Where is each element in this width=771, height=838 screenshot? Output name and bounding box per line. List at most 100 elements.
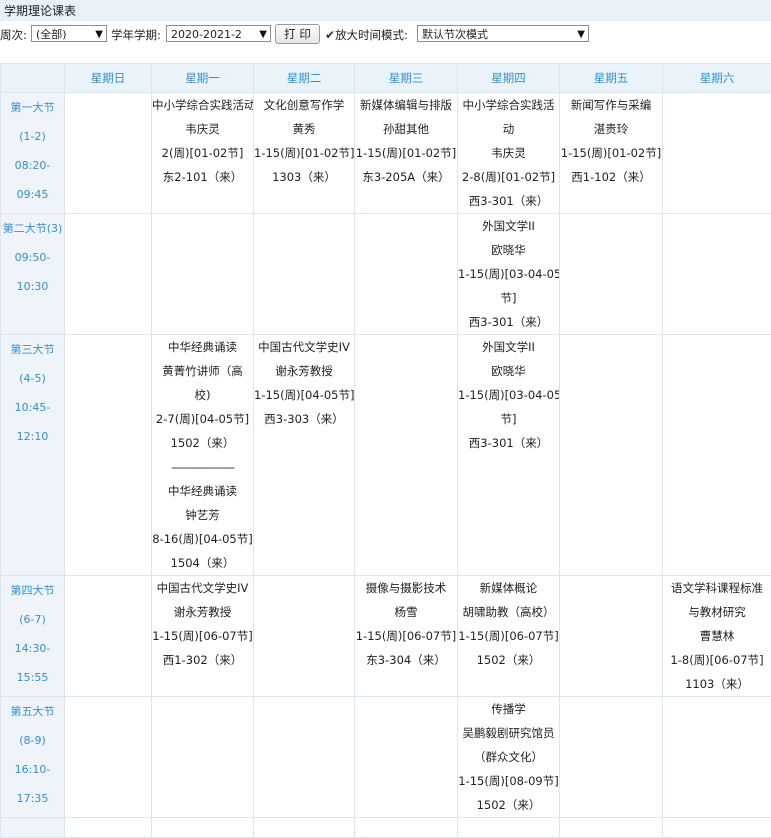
- course-cell[interactable]: 外国文学II欧晓华1-15(周)[03-04-05节]西3-301（来）: [458, 335, 560, 576]
- course-text: 节]: [501, 291, 517, 305]
- course-text: 吴鹏毅剧研究馆员: [463, 726, 555, 740]
- print-button[interactable]: 打 印: [275, 24, 320, 44]
- course-line: 西3-301（来）: [458, 431, 559, 455]
- period-label-line: 第四大节: [1, 576, 64, 605]
- course-cell[interactable]: 中国古代文学史IV谢永芳教授1-15(周)[04-05节]西3-303（来）: [254, 335, 355, 576]
- course-text: 2-8(周)[01-02节]: [462, 170, 555, 184]
- course-cell[interactable]: 中华经典诵读黄菁竹讲师（高校)2-7(周)[04-05节]1502（来）----…: [152, 335, 254, 576]
- zoom-mode-toggle[interactable]: ✔放大时间模式:: [325, 27, 408, 43]
- course-text: 动: [503, 122, 515, 136]
- course-text: 8-16(周)[04-05节]: [152, 532, 252, 546]
- week-select[interactable]: (全部) ▼: [31, 25, 107, 42]
- course-cell[interactable]: 中国古代文学史IV谢永芳教授1-15(周)[06-07节]西1-302（来）: [152, 576, 254, 697]
- course-text: 1-15(周)[04-05节]: [254, 388, 354, 402]
- course-text: 1303（来）: [272, 170, 336, 184]
- empty-cell: [355, 697, 458, 818]
- course-line: 1-15(周)[01-02节]: [254, 141, 354, 165]
- period-row: 第三大节(4-5)10:45-12:10中华经典诵读黄菁竹讲师（高校)2-7(周…: [1, 335, 771, 576]
- mode-select[interactable]: 默认节次模式 ▼: [417, 25, 589, 42]
- course-cell[interactable]: 新媒体编辑与排版孙甜其他1-15(周)[01-02节]东3-205A（来）: [355, 93, 458, 214]
- course-text: 谢永芳教授: [275, 364, 333, 378]
- entry-divider: --------------------: [152, 455, 253, 479]
- course-line: 中小学综合实践活: [458, 93, 559, 117]
- course-text: 1-15(周)[01-02节]: [356, 146, 456, 160]
- course-entry: 中华经典诵读黄菁竹讲师（高校)2-7(周)[04-05节]1502（来）----…: [152, 335, 253, 575]
- course-entry: 新闻写作与采编湛贵玲1-15(周)[01-02节]西1-102（来）: [560, 93, 662, 189]
- course-line: 吴鹏毅剧研究馆员: [458, 721, 559, 745]
- course-text: 节]: [501, 412, 517, 426]
- empty-cell: [65, 214, 152, 335]
- course-text: 湛贵玲: [594, 122, 629, 136]
- page-title: 学期理论课表: [4, 2, 76, 19]
- course-text: 1-15(周)[06-07节]: [458, 629, 558, 643]
- course-text: 2-7(周)[04-05节]: [156, 412, 249, 426]
- course-entry: 新媒体概论胡啸助教（高校）1-15(周)[06-07节]1502（来）: [458, 576, 559, 672]
- course-line: 动: [458, 117, 559, 141]
- course-cell[interactable]: 文化创意写作学黄秀1-15(周)[01-02节]1303（来）: [254, 93, 355, 214]
- empty-cell: [560, 818, 663, 838]
- course-line: 1502（来）: [458, 793, 559, 817]
- course-text: 中华经典诵读: [168, 484, 237, 498]
- empty-cell: [254, 214, 355, 335]
- course-cell[interactable]: 语文学科课程标准与教材研究曹慧林1-8(周)[06-07节]1103（来）: [663, 576, 771, 697]
- course-line: 1-15(周)[08-09节]: [458, 769, 559, 793]
- course-line: 中华经典诵读: [152, 479, 253, 503]
- empty-cell: [355, 214, 458, 335]
- course-text: 东3-304（来）: [366, 653, 445, 667]
- empty-cell: [663, 335, 771, 576]
- empty-cell: [65, 335, 152, 576]
- term-select[interactable]: 2020-2021-2 ▼: [166, 25, 271, 42]
- period-label-line: 09:50-10:30: [1, 243, 64, 301]
- empty-cell: [355, 335, 458, 576]
- course-text: 欧晓华: [491, 364, 526, 378]
- day-header: 星期五: [560, 64, 663, 93]
- term-select-value: 2020-2021-2: [171, 28, 242, 41]
- course-text: 韦庆灵: [185, 122, 220, 136]
- course-cell[interactable]: 传播学吴鹏毅剧研究馆员（群众文化）1-15(周)[08-09节]1502（来）: [458, 697, 560, 818]
- course-line: 谢永芳教授: [254, 359, 354, 383]
- course-line: 东3-205A（来）: [355, 165, 457, 189]
- course-text: 西3-301（来）: [469, 315, 548, 329]
- course-text: 1103（来）: [685, 677, 749, 691]
- course-line: 语文学科课程标准: [663, 576, 771, 600]
- course-line: 1-15(周)[06-07节]: [355, 624, 457, 648]
- empty-cell: [152, 214, 254, 335]
- empty-cell: [560, 576, 663, 697]
- course-line: 外国文学II: [458, 214, 559, 238]
- course-line: 1502（来）: [458, 648, 559, 672]
- course-line: 欧晓华: [458, 238, 559, 262]
- course-cell[interactable]: 中小学综合实践活动韦庆灵2-8(周)[01-02节]西3-301（来）: [458, 93, 560, 214]
- course-text: 中国古代文学史IV: [157, 581, 249, 595]
- course-entry: 文化创意写作学黄秀1-15(周)[01-02节]1303（来）: [254, 93, 354, 189]
- mode-select-value: 默认节次模式: [422, 28, 488, 41]
- course-line: 新媒体编辑与排版: [355, 93, 457, 117]
- course-cell[interactable]: 摄像与摄影技术杨雪1-15(周)[06-07节]东3-304（来）: [355, 576, 458, 697]
- empty-cell: [152, 818, 254, 838]
- period-label-line: (6-7): [1, 605, 64, 634]
- course-line: 杨雪: [355, 600, 457, 624]
- empty-cell: [458, 818, 560, 838]
- course-line: 2(周)[01-02节]: [152, 141, 253, 165]
- course-line: 1-15(周)[03-04-05: [458, 262, 559, 286]
- period-label-line: (4-5): [1, 364, 64, 393]
- period-label-line: 第一大节: [1, 93, 64, 122]
- course-line: 1-8(周)[06-07节]: [663, 648, 771, 672]
- course-line: 1502（来）: [152, 431, 253, 455]
- course-text: 中小学综合实践活: [152, 98, 244, 112]
- course-line: 新闻写作与采编: [560, 93, 662, 117]
- course-text: 中华经典诵读: [168, 340, 237, 354]
- course-text: 西3-301（来）: [469, 194, 548, 208]
- course-cell[interactable]: 新闻写作与采编湛贵玲1-15(周)[01-02节]西1-102（来）: [560, 93, 663, 214]
- course-cell[interactable]: 中小学综合实践活动 P韦庆灵2(周)[01-02节]东2-101（来）: [152, 93, 254, 214]
- course-text: 传播学: [491, 702, 526, 716]
- course-cell[interactable]: 新媒体概论胡啸助教（高校）1-15(周)[06-07节]1502（来）: [458, 576, 560, 697]
- course-text: 校): [195, 388, 211, 402]
- day-header: 星期三: [355, 64, 458, 93]
- course-line: 1-15(周)[01-02节]: [355, 141, 457, 165]
- period-label-line: 16:10-17:35: [1, 755, 64, 813]
- course-cell[interactable]: 外国文学II欧晓华1-15(周)[03-04-05 节] 西3-301（来）: [458, 214, 560, 335]
- course-line: 1-15(周)[06-07节]: [458, 624, 559, 648]
- course-text: 1502（来）: [477, 653, 541, 667]
- period-label-line: 第三大节: [1, 335, 64, 364]
- course-line: 传播学: [458, 697, 559, 721]
